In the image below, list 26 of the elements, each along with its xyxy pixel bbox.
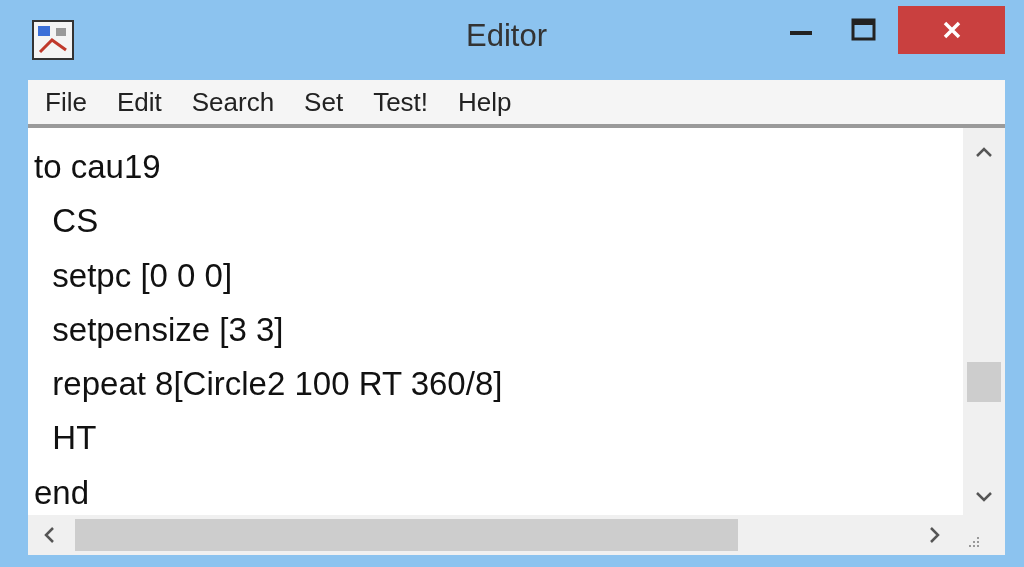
code-line: end [34,472,91,513]
code-line: HT [51,418,98,459]
menu-item[interactable]: Edit [101,89,177,115]
resize-grip-icon[interactable] [968,536,980,548]
menu-item[interactable]: File [30,89,102,115]
app-icon [32,20,74,60]
scroll-down-icon[interactable] [975,491,993,503]
minimize-button[interactable] [788,30,814,36]
maximize-button[interactable] [851,18,877,42]
scroll-left-icon[interactable] [42,526,56,544]
code-line: repeat 8[Circle2 100 RT 360/8] [51,364,504,405]
code-line: setpensize [3 3] [51,309,285,350]
menu-item[interactable]: Help [443,89,527,115]
close-button[interactable] [898,6,1005,54]
window-title: Editor [466,20,547,51]
menu-item[interactable]: Test! [358,89,444,115]
vertical-scrollbar-thumb[interactable] [967,362,1001,402]
scroll-up-icon[interactable] [975,146,993,158]
close-icon [941,20,962,40]
code-line: to cau19 [34,147,162,187]
code-line: CS [51,201,100,242]
menu-item[interactable]: Set [289,89,359,115]
horizontal-scrollbar-thumb[interactable] [75,519,738,551]
menu-item[interactable]: Search [176,89,290,115]
code-line: setpc [0 0 0] [51,255,234,296]
scroll-right-icon[interactable] [928,526,942,544]
